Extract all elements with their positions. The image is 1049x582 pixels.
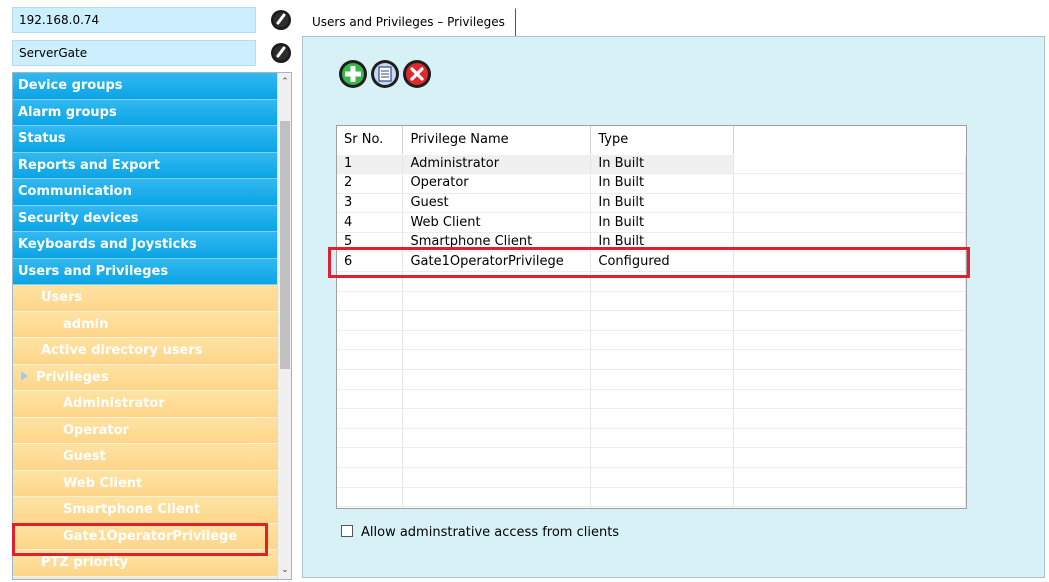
- empty-row: [337, 447, 966, 468]
- checkbox-label: Allow adminstrative access from clients: [361, 525, 620, 540]
- tree-item-operator[interactable]: Operator: [13, 417, 279, 444]
- cell-type: In Built: [590, 212, 735, 233]
- column-header-filler: [733, 126, 966, 155]
- tree-item-reports-and-export[interactable]: Reports and Export: [13, 152, 279, 179]
- cell-sr-no: 6: [337, 251, 404, 273]
- cell-sr-no: 5: [337, 232, 404, 253]
- cell-privilege-name: Gate1OperatorPrivilege: [402, 251, 592, 273]
- cell-filler: [733, 212, 966, 233]
- privileges-grid: Sr No. Privilege Name Type 1 Administrat…: [336, 125, 967, 509]
- table-header-row: Sr No. Privilege Name Type: [337, 126, 966, 155]
- scroll-up-icon[interactable]: ⌃: [278, 75, 291, 89]
- delete-icon[interactable]: [402, 59, 432, 89]
- table-row[interactable]: 2 Operator In Built: [337, 173, 966, 194]
- tree-item-users[interactable]: Users: [13, 285, 279, 312]
- cell-sr-no: 2: [337, 173, 404, 194]
- empty-row: [337, 389, 966, 410]
- cell-type: In Built: [590, 154, 735, 175]
- tree-item-communication[interactable]: Communication: [13, 179, 279, 206]
- server-name[interactable]: 192.168.0.74: [12, 7, 256, 33]
- tab-strip: Users and Privileges – Privileges: [302, 8, 1047, 36]
- cell-privilege-name: Guest: [402, 193, 592, 214]
- tree-item-label: Privileges: [36, 369, 109, 385]
- tree-item-guest[interactable]: Guest: [13, 444, 279, 471]
- empty-row: [337, 310, 966, 331]
- tree-item-users-and-privileges[interactable]: Users and Privileges: [13, 258, 279, 285]
- tree-item-smartphone-client[interactable]: Smartphone Client: [13, 497, 279, 524]
- tree-items: Device groups Alarm groups Status Report…: [13, 73, 279, 577]
- cell-privilege-name: Web Client: [402, 212, 592, 233]
- column-header-privilege-name[interactable]: Privilege Name: [402, 126, 592, 155]
- empty-row: [337, 369, 966, 390]
- empty-row: [337, 330, 966, 351]
- empty-row: [337, 506, 966, 508]
- server-row[interactable]: ServerGate: [12, 40, 292, 66]
- allow-admin-access-checkbox-row[interactable]: Allow adminstrative access from clients: [341, 525, 619, 540]
- scrollbar-thumb[interactable]: [280, 121, 290, 369]
- server-name[interactable]: ServerGate: [12, 40, 256, 66]
- help-icon[interactable]: [270, 9, 292, 31]
- cell-filler: [733, 251, 966, 273]
- cell-filler: [733, 154, 966, 175]
- empty-row: [337, 408, 966, 429]
- column-header-sr-no[interactable]: Sr No.: [337, 126, 404, 155]
- cell-type: In Built: [590, 193, 735, 214]
- help-icon[interactable]: [270, 42, 292, 64]
- edit-icon[interactable]: [370, 59, 400, 89]
- cell-type: In Built: [590, 232, 735, 253]
- tree-item-admin[interactable]: admin: [13, 311, 279, 338]
- cell-sr-no: 1: [337, 154, 404, 175]
- cell-sr-no: 3: [337, 193, 404, 214]
- tree-item-privileges[interactable]: Privileges: [13, 364, 279, 391]
- scroll-down-icon[interactable]: ⌄: [278, 563, 291, 577]
- empty-row: [337, 291, 966, 312]
- privileges-table: Sr No. Privilege Name Type 1 Administrat…: [337, 126, 966, 508]
- cell-type: In Built: [590, 173, 735, 194]
- empty-row: [337, 428, 966, 449]
- cell-filler: [733, 173, 966, 194]
- tree-item-administrator[interactable]: Administrator: [13, 391, 279, 418]
- table-row[interactable]: 3 Guest In Built: [337, 193, 966, 214]
- empty-row: [337, 467, 966, 488]
- cell-filler: [733, 193, 966, 214]
- tree-item-ptz-priority[interactable]: PTZ priority: [13, 550, 279, 577]
- table-row[interactable]: 6 Gate1OperatorPrivilege Configured: [337, 251, 966, 273]
- tree-item-status[interactable]: Status: [13, 126, 279, 153]
- table-row[interactable]: 1 Administrator In Built: [337, 154, 966, 175]
- tree-item-web-client[interactable]: Web Client: [13, 470, 279, 497]
- cell-filler: [733, 232, 966, 253]
- tree-item-alarm-groups[interactable]: Alarm groups: [13, 99, 279, 126]
- cell-privilege-name: Smartphone Client: [402, 232, 592, 253]
- empty-row: [337, 271, 966, 292]
- tree-item-keyboards-and-joysticks[interactable]: Keyboards and Joysticks: [13, 232, 279, 259]
- tree-item-gate1operatorprivilege[interactable]: Gate1OperatorPrivilege: [13, 523, 279, 550]
- allow-admin-access-checkbox[interactable]: [341, 525, 353, 537]
- empty-row: [337, 349, 966, 371]
- column-header-type[interactable]: Type: [590, 126, 735, 155]
- cell-sr-no: 4: [337, 212, 404, 233]
- privileges-panel: Sr No. Privilege Name Type 1 Administrat…: [302, 36, 1045, 578]
- tree-scrollbar[interactable]: ⌃ ⌄: [277, 73, 291, 579]
- tab-users-and-privileges[interactable]: Users and Privileges – Privileges: [302, 8, 516, 36]
- cell-type: Configured: [590, 251, 735, 273]
- empty-row: [337, 487, 966, 508]
- expand-arrow-icon[interactable]: [21, 370, 28, 381]
- cell-privilege-name: Operator: [402, 173, 592, 194]
- tree-item-device-groups[interactable]: Device groups: [13, 73, 279, 100]
- cell-privilege-name: Administrator: [402, 154, 592, 175]
- navigation-tree: Device groups Alarm groups Status Report…: [12, 72, 292, 580]
- tree-item-active-directory-users[interactable]: Active directory users: [13, 338, 279, 365]
- table-row[interactable]: 4 Web Client In Built: [337, 212, 966, 233]
- add-icon[interactable]: [338, 59, 368, 89]
- table-row[interactable]: 5 Smartphone Client In Built: [337, 232, 966, 253]
- tree-item-security-devices[interactable]: Security devices: [13, 205, 279, 232]
- server-row[interactable]: 192.168.0.74: [12, 7, 292, 33]
